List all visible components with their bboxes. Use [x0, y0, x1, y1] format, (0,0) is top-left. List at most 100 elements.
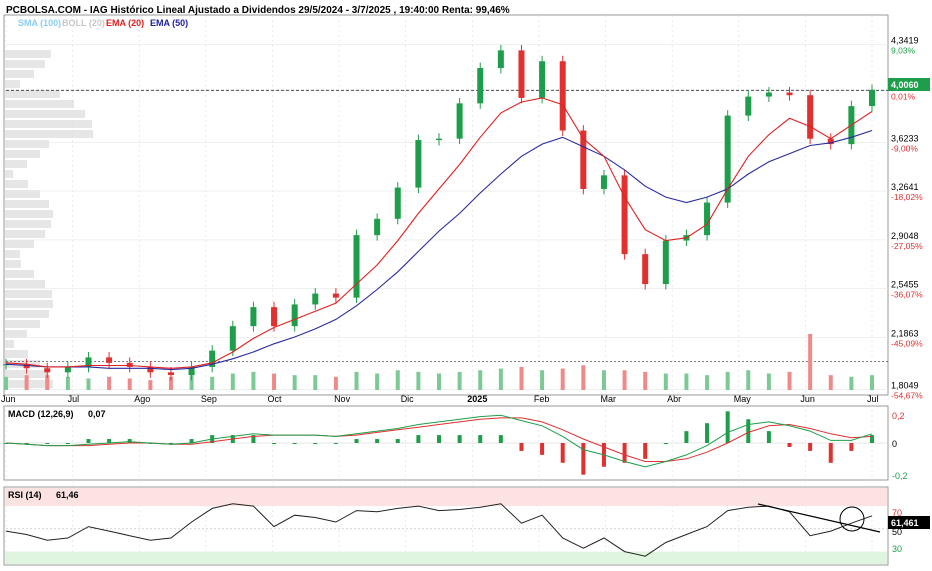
- volume-profile-bar: [5, 110, 85, 118]
- volume-bar: [787, 371, 792, 390]
- volume-bar: [498, 368, 503, 390]
- legend-sma100: SMA (100): [18, 18, 61, 28]
- price-axis-pct: 9,03%: [891, 46, 916, 56]
- candle-body: [497, 50, 504, 69]
- volume-bar: [519, 366, 524, 390]
- volume-profile-bar: [5, 310, 49, 318]
- volume-profile-bar: [5, 60, 45, 68]
- x-tick-label: Feb: [534, 394, 550, 404]
- volume-profile-bar: [5, 50, 51, 58]
- volume-bar: [86, 378, 91, 390]
- price-axis-pct: -9,00%: [891, 143, 918, 153]
- volume-profile-bar: [5, 270, 34, 278]
- macd-histogram-bar: [766, 431, 771, 443]
- current-price-text: 4,0060: [891, 80, 919, 90]
- candle-body: [621, 175, 628, 255]
- rsi-annotation-circle: [839, 506, 865, 532]
- candle-body: [394, 187, 401, 219]
- volume-bar: [684, 373, 689, 390]
- volume-bar: [437, 373, 441, 390]
- macd-histogram-bar: [725, 411, 730, 443]
- candle-body: [456, 103, 463, 139]
- price-panel-frame: [3, 14, 889, 396]
- candles: [3, 44, 875, 381]
- legend-ema50: EMA (50): [150, 18, 188, 28]
- candle-body: [559, 61, 566, 131]
- volume-bar: [870, 375, 874, 390]
- macd-histogram-bar: [127, 439, 132, 443]
- volume-bar: [333, 376, 338, 390]
- price-axis-pct: -45,09%: [891, 339, 923, 349]
- legend-ema20: EMA (20): [106, 18, 144, 28]
- legend-boll20: BOLL (20): [62, 18, 105, 28]
- rsi-line: [5, 503, 873, 557]
- volume-bar: [292, 375, 297, 390]
- macd-label: MACD (12,26,9): [8, 409, 74, 419]
- candle-body: [642, 254, 649, 285]
- candle-body: [662, 240, 669, 285]
- volume-bar: [705, 375, 710, 390]
- volume-bar: [65, 376, 70, 390]
- price-axis-pct: 0,01%: [891, 91, 916, 101]
- volume-profile-bar: [5, 70, 34, 78]
- macd-histogram-bar: [65, 443, 70, 444]
- volume-bar: [478, 370, 483, 390]
- volume-profile-bar: [5, 200, 49, 208]
- macd-histogram-bar: [437, 435, 441, 443]
- candle-body: [167, 372, 174, 376]
- macd-histogram-bar: [86, 439, 91, 443]
- macd-histogram-bar: [705, 423, 710, 443]
- volume-profile-bar: [5, 250, 20, 258]
- x-tick-label: Jul: [867, 394, 879, 404]
- macd-histogram-bar: [416, 435, 421, 443]
- candle-body: [786, 92, 793, 96]
- candle-body: [250, 307, 257, 327]
- grid: [5, 15, 888, 565]
- price-axis-label: 3,2641: [891, 182, 919, 192]
- candle-body: [291, 304, 298, 327]
- price-axis-label: 3,6233: [891, 133, 919, 143]
- macd-histogram-bar: [292, 443, 297, 444]
- chart-root: Jun Jul Ago Sep Oct Nov Dic 2025 Feb Mar Abr May Jun…: [0, 0, 932, 571]
- volume-bar: [643, 371, 648, 390]
- candle-body: [415, 140, 422, 188]
- volume-bar: [395, 370, 400, 390]
- macd-histogram-bar: [540, 443, 545, 455]
- volume-profile-bar: [5, 300, 53, 308]
- macd-histogram-bar: [272, 443, 277, 444]
- volume-bar: [24, 375, 29, 390]
- rsi-series: [5, 503, 873, 557]
- macd-histogram-bar: [787, 443, 792, 447]
- macd-value: 0,07: [88, 409, 106, 419]
- x-tick-label: Jun: [1, 394, 16, 404]
- x-tick-label: Ago: [134, 394, 150, 404]
- macd-histogram-bar: [684, 431, 689, 443]
- volume-bar: [663, 373, 668, 390]
- volume-bar: [457, 371, 462, 390]
- candle-body: [477, 68, 484, 104]
- macd-histogram-bar: [45, 443, 50, 444]
- volume-profile-bar: [5, 180, 28, 188]
- macd-histogram-bar: [478, 435, 483, 443]
- macd-histogram-bar: [746, 419, 751, 443]
- macd-histogram-bar: [519, 443, 524, 451]
- volume-bar: [808, 334, 813, 390]
- candle-body: [147, 366, 154, 373]
- macd-axis-top: 0,2: [892, 411, 905, 421]
- volume-bar: [766, 373, 771, 390]
- candle-body: [229, 326, 236, 351]
- candle-body: [271, 307, 278, 327]
- volume-bar: [416, 371, 421, 390]
- macd-histogram-bar: [622, 443, 627, 463]
- volume-bars: [4, 334, 874, 390]
- candle-body: [106, 357, 113, 363]
- macd-histogram-bar: [849, 443, 854, 451]
- volume-profile-bar: [5, 280, 45, 288]
- volume-profile-bar: [5, 80, 20, 88]
- candle-body: [44, 368, 51, 373]
- volume-profile-bar: [5, 230, 45, 238]
- candle-body: [745, 96, 752, 116]
- x-tick-label: May: [734, 394, 752, 404]
- volume-profile-bar: [5, 340, 14, 348]
- x-tick-label: Jul: [68, 394, 80, 404]
